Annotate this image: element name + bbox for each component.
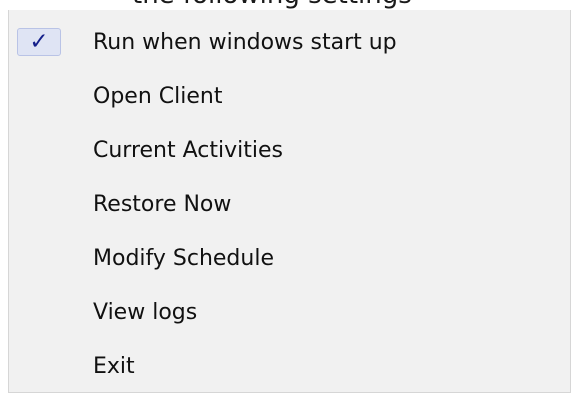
menu-item-current-activities[interactable]: Current Activities [9,128,570,172]
menu-item-label: Restore Now [93,191,232,217]
menu-item-label: Run when windows start up [93,29,397,55]
menu-item-label: Exit [93,353,135,379]
menu-item-exit[interactable]: Exit [9,344,570,388]
menu-item-run-at-startup[interactable]: ✓ Run when windows start up [9,20,570,64]
menu-item-label: View logs [93,299,198,325]
menu-item-label: Open Client [93,83,223,109]
menu-item-modify-schedule[interactable]: Modify Schedule [9,236,570,280]
menu-item-label: Modify Schedule [93,245,274,271]
menu-item-open-client[interactable]: Open Client [9,74,570,118]
background-partial-text: the following settings [132,0,412,10]
checkmark-icon: ✓ [29,28,49,55]
context-menu: ✓ Run when windows start up Open Client … [8,10,571,393]
menu-item-label: Current Activities [93,137,283,163]
menu-item-view-logs[interactable]: View logs [9,290,570,334]
menu-item-restore-now[interactable]: Restore Now [9,182,570,226]
check-box: ✓ [17,28,61,56]
